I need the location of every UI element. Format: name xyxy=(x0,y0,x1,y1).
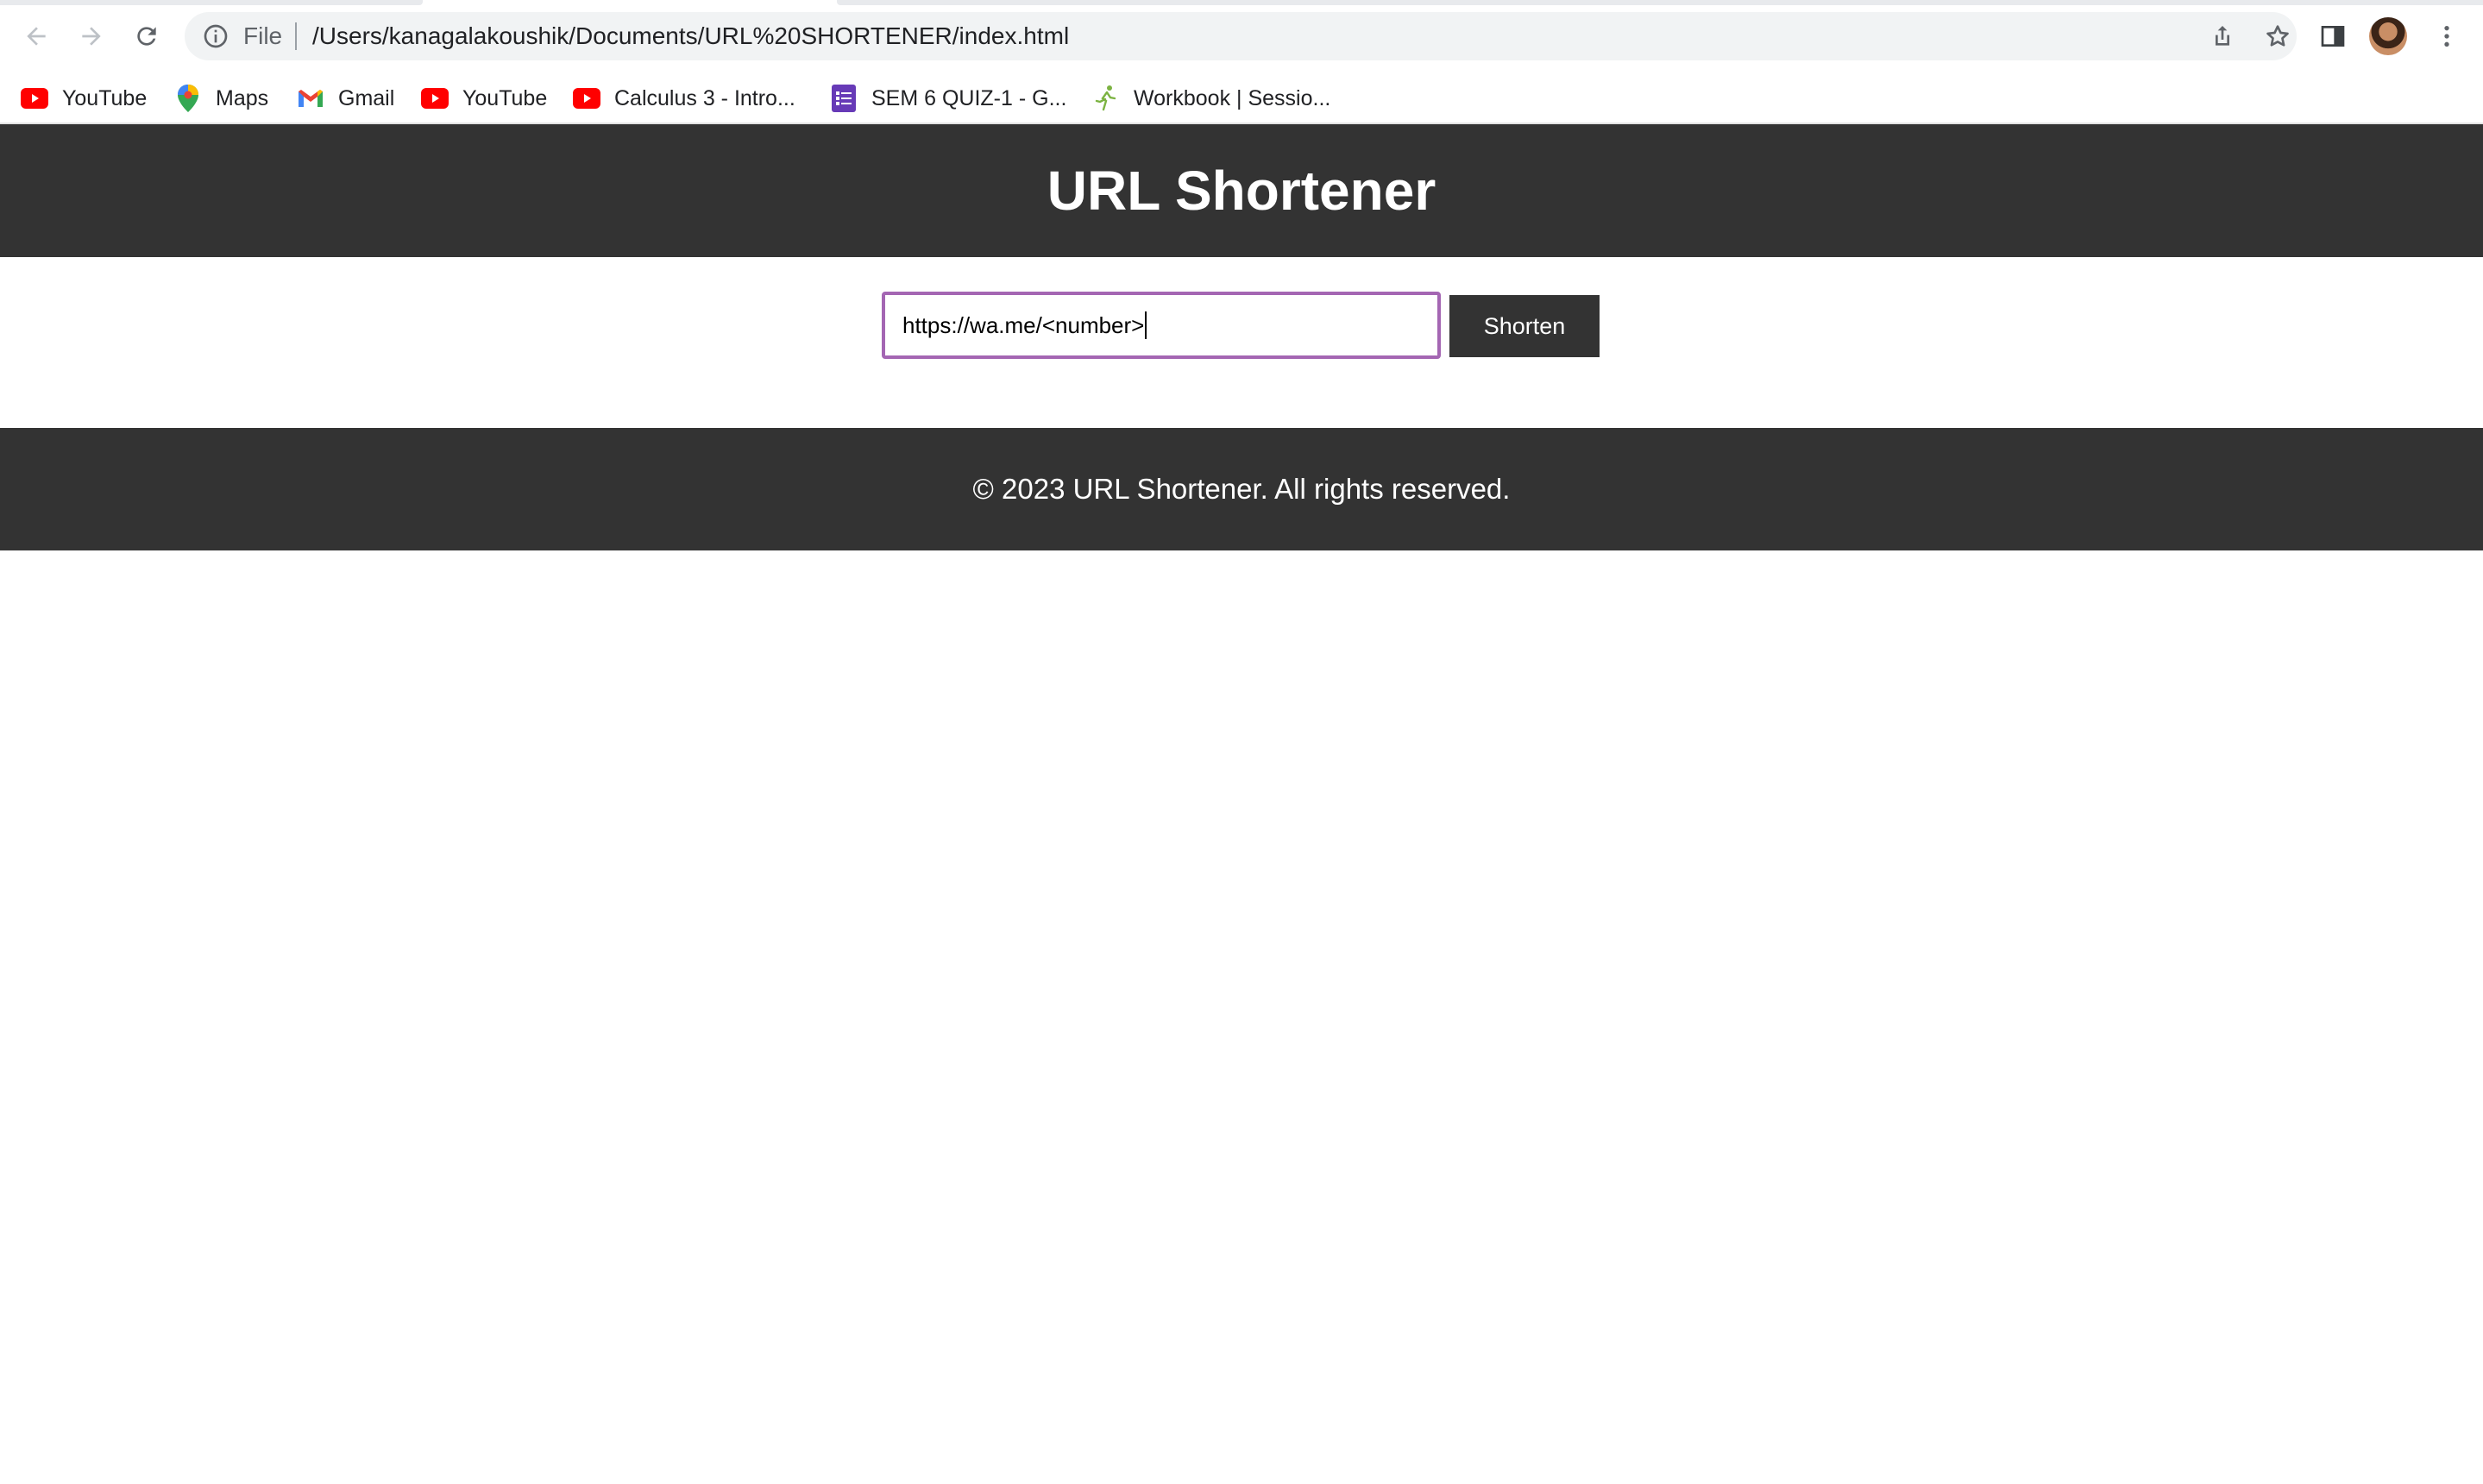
browser-toolbar: File /Users/kanagalakoushik/Documents/UR… xyxy=(0,0,2483,71)
youtube-icon xyxy=(421,85,449,112)
bookmark-label: YouTube xyxy=(462,85,548,110)
bookmark-label: Workbook | Sessio... xyxy=(1134,85,1331,110)
shorten-button[interactable]: Shorten xyxy=(1449,295,1600,357)
bookmark-label: Maps xyxy=(216,85,269,110)
bookmarks-bar: YouTube Maps Gmail YouTube Calculus 3 - … xyxy=(0,71,2483,124)
runner-icon xyxy=(1092,85,1120,112)
youtube-icon xyxy=(21,85,48,112)
address-bar[interactable]: File /Users/kanagalakoushik/Documents/UR… xyxy=(185,12,2297,60)
bookmark-sem6-quiz[interactable]: SEM 6 QUIZ-1 - G... xyxy=(830,81,1066,116)
bookmark-youtube[interactable]: YouTube xyxy=(21,81,147,116)
forms-icon xyxy=(830,85,858,112)
url-input[interactable]: https://wa.me/<number> xyxy=(882,292,1441,359)
omnibox-divider xyxy=(295,22,297,50)
page-title: URL Shortener xyxy=(1047,160,1436,222)
forward-arrow-icon xyxy=(82,27,101,46)
bookmark-star-icon[interactable] xyxy=(2264,22,2291,50)
tab-strip-edge xyxy=(0,0,2483,5)
menu-button[interactable] xyxy=(2430,19,2464,53)
bookmark-maps[interactable]: Maps xyxy=(174,81,268,116)
gmail-icon xyxy=(297,85,324,112)
bookmark-label: YouTube xyxy=(62,85,148,110)
site-header: URL Shortener xyxy=(0,124,2483,257)
bookmark-label: Gmail xyxy=(338,85,395,110)
url-input-value: https://wa.me/<number> xyxy=(902,311,1145,338)
forward-button[interactable] xyxy=(72,17,110,55)
reload-icon xyxy=(137,27,156,46)
side-panel-icon xyxy=(2321,26,2345,47)
tab-edge-right xyxy=(837,0,2483,5)
text-caret xyxy=(1145,311,1147,339)
tab-edge-left xyxy=(0,0,423,5)
profile-avatar[interactable] xyxy=(2369,17,2407,55)
side-panel-button[interactable] xyxy=(2316,19,2350,53)
bookmark-gmail[interactable]: Gmail xyxy=(297,81,394,116)
bookmark-youtube-2[interactable]: YouTube xyxy=(421,81,547,116)
back-arrow-icon xyxy=(27,27,46,46)
url-text[interactable]: /Users/kanagalakoushik/Documents/URL%20S… xyxy=(312,22,1069,50)
share-icon[interactable] xyxy=(2209,22,2236,50)
reload-button[interactable] xyxy=(128,17,166,55)
bookmark-workbook[interactable]: Workbook | Sessio... xyxy=(1092,81,1330,116)
more-vert-icon xyxy=(2444,26,2449,47)
site-footer: © 2023 URL Shortener. All rights reserve… xyxy=(0,428,2483,550)
back-button[interactable] xyxy=(17,17,55,55)
bookmark-label: SEM 6 QUIZ-1 - G... xyxy=(871,85,1067,110)
bookmark-label: Calculus 3 - Intro... xyxy=(614,85,795,110)
maps-icon xyxy=(174,85,202,112)
bookmark-calculus[interactable]: Calculus 3 - Intro... xyxy=(573,81,795,116)
youtube-icon xyxy=(573,85,600,112)
footer-copyright: © 2023 URL Shortener. All rights reserve… xyxy=(972,473,1511,505)
info-icon[interactable] xyxy=(202,22,229,50)
scheme-label: File xyxy=(243,22,283,49)
